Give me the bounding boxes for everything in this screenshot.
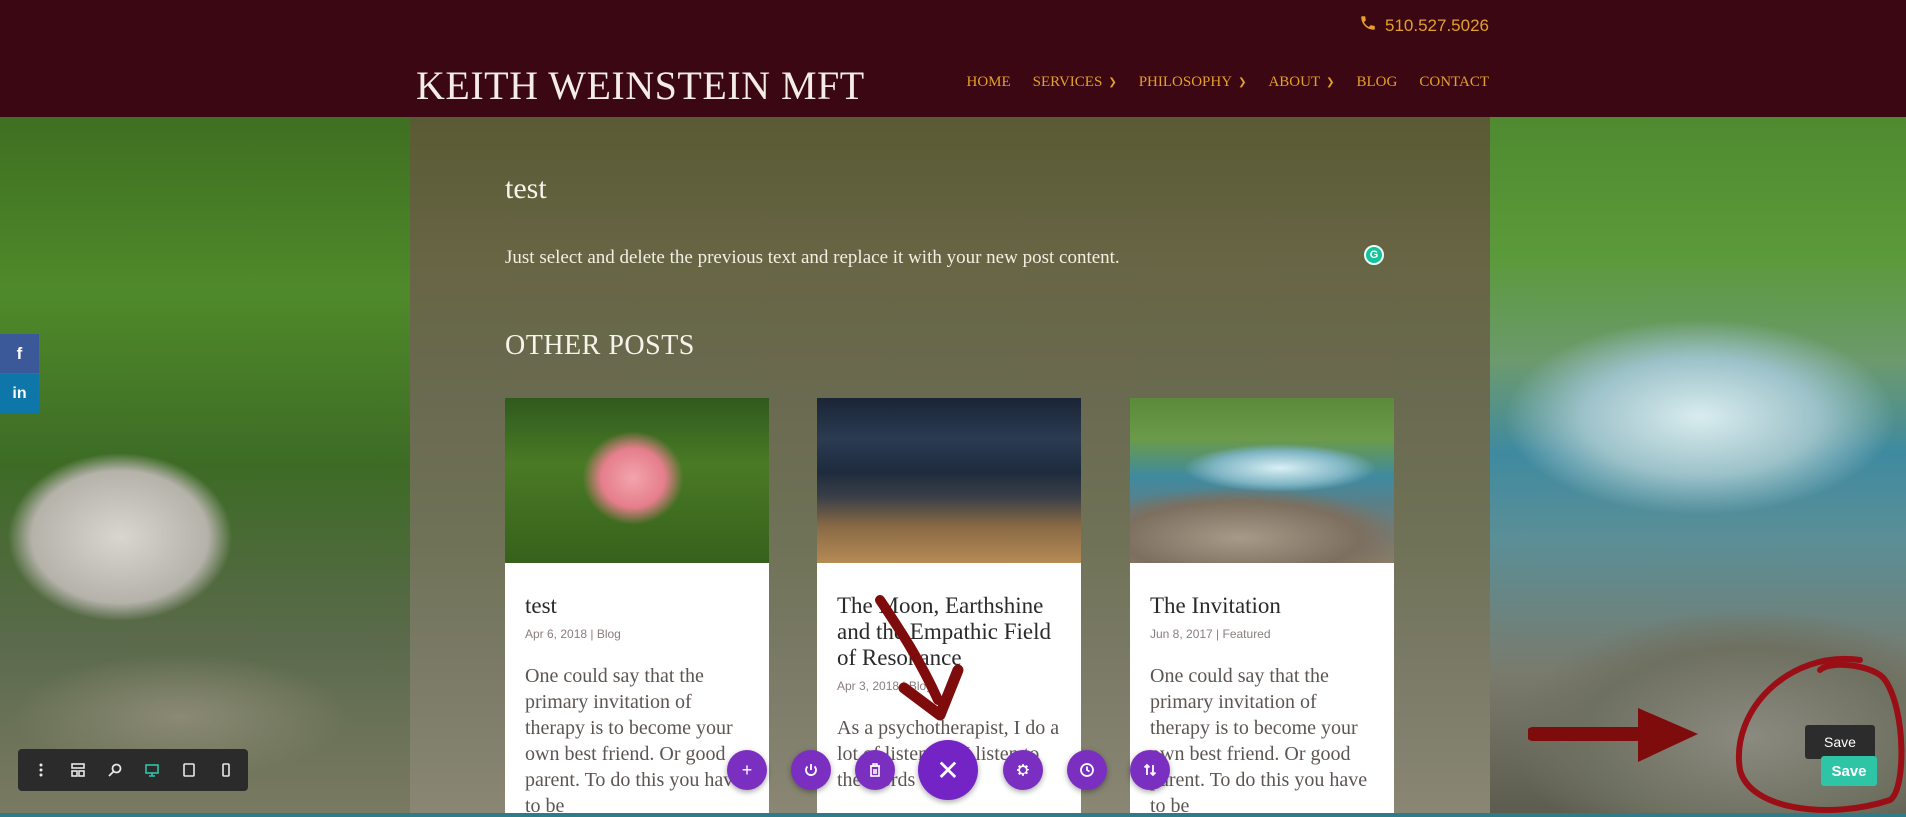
card-thumbnail-moon[interactable] <box>817 398 1081 563</box>
nav-label: ABOUT <box>1268 74 1321 90</box>
chevron-down-icon: ❯ <box>1238 77 1247 88</box>
tablet-icon[interactable] <box>172 754 205 786</box>
history-icon <box>1080 763 1094 777</box>
card-meta: Jun 8, 2017 | Featured <box>1150 627 1271 641</box>
nav-label: HOME <box>966 74 1011 90</box>
nav-home[interactable]: HOME <box>966 74 1010 91</box>
post-card[interactable]: test Apr 6, 2018 | Blog One could say th… <box>505 398 769 817</box>
nav-about[interactable]: ABOUT ❯ <box>1268 74 1334 91</box>
nav-philosophy[interactable]: PHILOSOPHY ❯ <box>1139 74 1247 91</box>
card-title[interactable]: The Moon, Earthshine and the Empathic Fi… <box>837 593 1061 671</box>
nav-label: CONTACT <box>1419 74 1489 90</box>
settings-button[interactable] <box>1003 750 1043 790</box>
desktop-icon[interactable] <box>135 754 168 786</box>
main-nav: HOME SERVICES ❯ PHILOSOPHY ❯ ABOUT ❯ BLOG C… <box>966 74 1489 91</box>
phone-icon <box>1359 14 1377 37</box>
phone-number: 510.527.5026 <box>1385 15 1489 35</box>
trash-icon <box>870 763 880 777</box>
history-button[interactable] <box>1067 750 1107 790</box>
power-icon <box>805 764 817 776</box>
zoom-icon[interactable] <box>98 754 131 786</box>
phone-link[interactable]: 510.527.5026 <box>1359 14 1489 37</box>
background-left-forest <box>0 117 410 817</box>
sort-icon <box>1143 763 1157 777</box>
card-excerpt: One could say that the primary invitatio… <box>525 665 743 817</box>
grammarly-icon[interactable]: G <box>1364 245 1384 265</box>
save-button[interactable]: Save <box>1821 756 1877 786</box>
nav-services[interactable]: SERVICES ❯ <box>1033 74 1117 91</box>
chevron-down-icon: ❯ <box>1108 77 1117 88</box>
nav-label: SERVICES <box>1032 74 1103 90</box>
linkedin-share-button[interactable]: in <box>0 374 39 413</box>
phone-icon[interactable] <box>209 754 242 786</box>
gear-icon <box>1017 764 1029 776</box>
card-thumbnail-flower[interactable] <box>505 398 769 563</box>
card-title[interactable]: The Invitation <box>1150 593 1374 619</box>
nav-label: PHILOSOPHY <box>1138 74 1233 90</box>
card-meta: Apr 6, 2018 | Blog <box>525 627 621 641</box>
nav-contact[interactable]: CONTACT <box>1419 74 1489 91</box>
card-excerpt: One could say that the primary invitatio… <box>1150 665 1368 817</box>
save-tooltip: Save <box>1805 725 1875 759</box>
nav-label: BLOG <box>1356 74 1398 90</box>
other-posts-heading: OTHER POSTS <box>505 330 695 361</box>
builder-view-toolbar <box>18 749 248 791</box>
sort-button[interactable] <box>1130 750 1170 790</box>
site-header: 510.527.5026 KEITH WEINSTEIN MFT HOME SE… <box>0 0 1906 117</box>
nav-blog[interactable]: BLOG <box>1357 74 1398 91</box>
site-title[interactable]: KEITH WEINSTEIN MFT <box>416 62 865 109</box>
post-body-text[interactable]: Just select and delete the previous text… <box>505 247 1120 269</box>
delete-button[interactable] <box>855 750 895 790</box>
post-title[interactable]: test <box>505 172 547 206</box>
card-title[interactable]: test <box>525 593 749 619</box>
facebook-share-button[interactable]: f <box>0 334 39 373</box>
chevron-down-icon: ❯ <box>1326 77 1335 88</box>
menu-icon[interactable] <box>24 754 57 786</box>
wireframe-icon[interactable] <box>61 754 94 786</box>
background-right-river <box>1490 117 1906 817</box>
post-card[interactable]: The Invitation Jun 8, 2017 | Featured On… <box>1130 398 1394 817</box>
add-module-button[interactable]: + <box>727 750 767 790</box>
card-thumbnail-river[interactable] <box>1130 398 1394 563</box>
close-builder-button[interactable]: ✕ <box>918 740 978 800</box>
bottom-divider <box>0 813 1906 817</box>
power-button[interactable] <box>791 750 831 790</box>
card-meta: Apr 3, 2018 | Blog <box>837 679 933 693</box>
